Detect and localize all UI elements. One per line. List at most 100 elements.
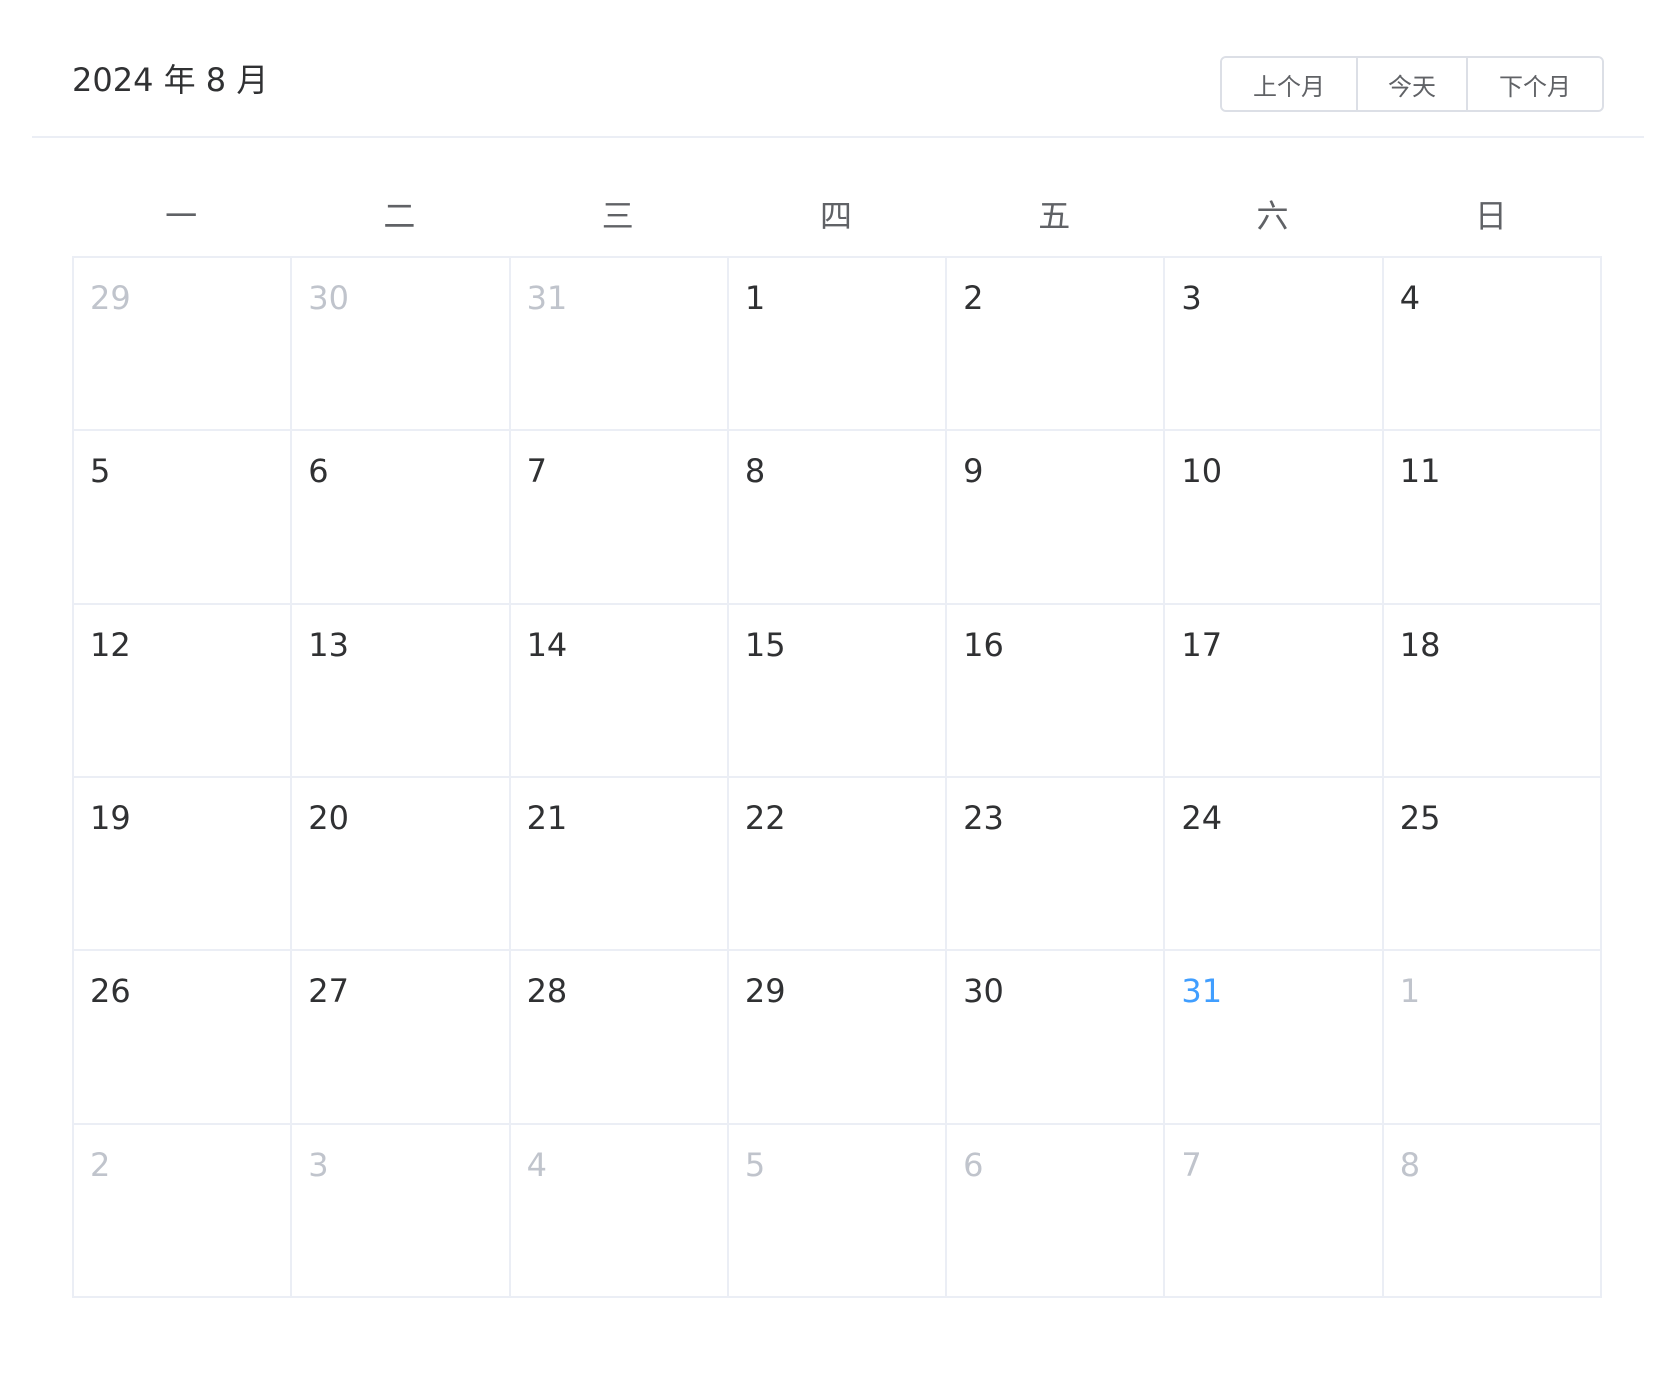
calendar-day-cell[interactable]: 2: [74, 1124, 293, 1298]
calendar-day-cell[interactable]: 25: [1383, 777, 1602, 952]
weekday-label: 一: [165, 197, 198, 235]
day-number: 28: [526, 972, 568, 1011]
day-number: 5: [90, 452, 111, 491]
calendar-day-cell[interactable]: 30: [292, 258, 511, 432]
day-number: 13: [308, 625, 349, 664]
calendar-day-cell[interactable]: 20: [292, 777, 511, 952]
calendar-day-cell[interactable]: 2: [947, 258, 1166, 432]
day-number: 3: [1181, 279, 1202, 317]
calendar-day-cell[interactable]: 4: [510, 1124, 729, 1298]
day-number: 31: [526, 279, 568, 317]
calendar-day-cell[interactable]: 30: [947, 951, 1166, 1125]
day-number: 11: [1399, 452, 1441, 491]
day-number: 30: [308, 279, 349, 317]
calendar-day-cell-today[interactable]: 31: [1165, 951, 1384, 1125]
day-number: 3: [308, 1145, 329, 1184]
calendar-day-cell[interactable]: 7: [510, 431, 729, 605]
day-number: 21: [526, 798, 568, 837]
day-number: 9: [963, 452, 984, 491]
day-number: 2: [90, 1145, 111, 1184]
day-number: 20: [308, 798, 349, 837]
day-number: 4: [1399, 279, 1421, 317]
calendar-day-cell[interactable]: 23: [947, 777, 1166, 952]
day-number: 4: [526, 1145, 547, 1184]
calendar-day-cell[interactable]: 3: [1165, 258, 1384, 432]
day-number: 10: [1181, 452, 1223, 491]
weekday-header-row: 一 二 三 四 五 六 日: [72, 172, 1600, 256]
calendar-day-cell[interactable]: 4: [1383, 258, 1602, 432]
day-number: 24: [1181, 798, 1223, 837]
calendar-day-cell[interactable]: 1: [1383, 951, 1602, 1125]
day-number: 14: [526, 625, 568, 664]
day-number: 29: [90, 279, 131, 317]
day-number: 16: [963, 625, 1004, 664]
day-number: 22: [744, 798, 786, 837]
today-button[interactable]: 今天: [1356, 58, 1466, 110]
calendar-day-cell[interactable]: 24: [1165, 777, 1384, 952]
day-number: 1: [1399, 972, 1421, 1011]
prev-month-button[interactable]: 上个月: [1222, 58, 1356, 110]
day-number: 30: [963, 972, 1004, 1011]
day-number: 25: [1399, 798, 1441, 837]
weekday-label: 日: [1474, 197, 1507, 235]
day-number: 27: [308, 972, 349, 1011]
weekday-label: 五: [1038, 197, 1071, 235]
calendar-day-cell[interactable]: 12: [74, 604, 293, 778]
day-number: 7: [1181, 1145, 1202, 1184]
calendar-day-grid: 29 30 31 1 2 3 4 5 6 7 8 9 10 11 12 13 14 15 16 17 18 19 20 21 2…: [72, 256, 1602, 1298]
calendar-day-cell[interactable]: 17: [1165, 604, 1384, 778]
calendar-day-cell[interactable]: 5: [74, 431, 293, 605]
calendar-day-cell[interactable]: 10: [1165, 431, 1384, 605]
calendar-day-cell[interactable]: 28: [510, 951, 729, 1125]
calendar-day-cell[interactable]: 26: [74, 951, 293, 1125]
month-nav-button-group: 上个月 今天 下个月: [1220, 56, 1604, 112]
calendar-day-cell[interactable]: 3: [292, 1124, 511, 1298]
calendar-day-cell[interactable]: 16: [947, 604, 1166, 778]
day-number: 5: [744, 1145, 766, 1184]
calendar-day-cell[interactable]: 31: [510, 258, 729, 432]
day-number: 7: [526, 452, 547, 491]
day-number: 17: [1181, 625, 1223, 664]
calendar-day-cell[interactable]: 13: [292, 604, 511, 778]
calendar-day-cell[interactable]: 29: [74, 258, 293, 432]
day-number: 23: [963, 798, 1004, 837]
day-number: 26: [90, 972, 131, 1011]
day-number: 12: [90, 625, 131, 664]
calendar-day-cell[interactable]: 1: [728, 258, 948, 432]
day-number: 18: [1399, 625, 1441, 664]
weekday-label: 四: [819, 197, 852, 235]
calendar-day-cell[interactable]: 6: [947, 1124, 1166, 1298]
calendar-day-cell[interactable]: 5: [728, 1124, 948, 1298]
calendar-day-cell[interactable]: 22: [728, 777, 948, 952]
calendar-day-cell[interactable]: 11: [1383, 431, 1602, 605]
day-number: 6: [963, 1145, 984, 1184]
calendar-day-cell[interactable]: 21: [510, 777, 729, 952]
calendar-day-cell[interactable]: 6: [292, 431, 511, 605]
day-number: 19: [90, 798, 131, 837]
calendar-day-cell[interactable]: 8: [728, 431, 948, 605]
day-number: 1: [744, 279, 766, 317]
calendar-day-cell[interactable]: 27: [292, 951, 511, 1125]
day-number: 29: [744, 972, 786, 1011]
calendar: 2024 年 8 月 上个月 今天 下个月 一 二 三 四 五 六 日 29 30…: [0, 0, 1664, 1392]
calendar-day-cell[interactable]: 19: [74, 777, 293, 952]
day-number: 6: [308, 452, 329, 491]
day-number: 31: [1181, 972, 1223, 1011]
day-number: 15: [744, 625, 786, 664]
day-number: 8: [1399, 1145, 1421, 1184]
calendar-day-cell[interactable]: 29: [728, 951, 948, 1125]
calendar-day-cell[interactable]: 15: [728, 604, 948, 778]
next-month-button[interactable]: 下个月: [1466, 58, 1602, 110]
calendar-day-cell[interactable]: 9: [947, 431, 1166, 605]
day-number: 8: [744, 452, 766, 491]
calendar-day-cell[interactable]: 18: [1383, 604, 1602, 778]
calendar-title: 2024 年 8 月: [72, 61, 269, 99]
weekday-label: 二: [383, 197, 416, 235]
weekday-label: 六: [1256, 197, 1289, 235]
calendar-day-cell[interactable]: 7: [1165, 1124, 1384, 1298]
calendar-header: 2024 年 8 月 上个月 今天 下个月: [32, 0, 1644, 138]
calendar-day-cell[interactable]: 14: [510, 604, 729, 778]
calendar-day-cell[interactable]: 8: [1383, 1124, 1602, 1298]
weekday-label: 三: [601, 197, 634, 235]
day-number: 2: [963, 279, 984, 317]
